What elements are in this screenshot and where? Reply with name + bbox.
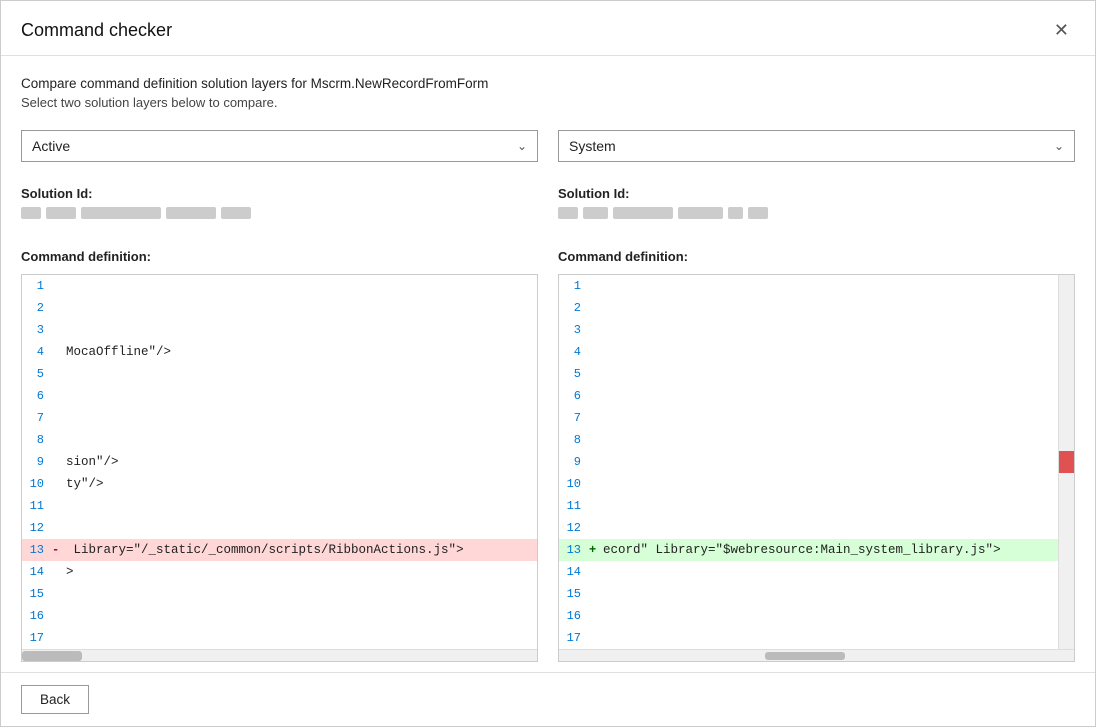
left-line-1: 1 (22, 275, 537, 297)
right-horizontal-scrollbar[interactable] (559, 649, 1074, 661)
right-id-block-6 (748, 207, 768, 219)
left-solution-col: Solution Id: (21, 186, 538, 235)
right-solution-col: Solution Id: (558, 186, 1075, 235)
left-line-14: 14 > (22, 561, 537, 583)
left-id-block-3 (81, 207, 161, 219)
description-text: Compare command definition solution laye… (21, 76, 1075, 91)
dropdowns-row: Active ⌄ System ⌄ (21, 130, 1075, 176)
right-id-block-2 (583, 207, 608, 219)
right-code-area[interactable]: 1 2 3 (559, 275, 1058, 649)
right-layer-dropdown[interactable]: System ⌄ (558, 130, 1075, 162)
left-line-4: 4 MocaOffline"/> (22, 341, 537, 363)
right-id-block-4 (678, 207, 723, 219)
left-solution-id-value (21, 207, 538, 219)
right-id-block-1 (558, 207, 578, 219)
left-line-9: 9 sion"/> (22, 451, 537, 473)
right-line-6: 6 (559, 385, 1058, 407)
right-id-block-3 (613, 207, 673, 219)
left-horizontal-scrollbar[interactable] (22, 649, 537, 661)
left-line-10: 10 ty"/> (22, 473, 537, 495)
right-line-11: 11 (559, 495, 1058, 517)
close-button[interactable]: ✕ (1048, 17, 1075, 43)
left-line-5: 5 (22, 363, 537, 385)
code-panels-row: 1 2 3 4 (21, 274, 1075, 662)
right-line-12: 12 (559, 517, 1058, 539)
right-line-8: 8 (559, 429, 1058, 451)
minimap-bottom (1059, 473, 1074, 649)
right-cmd-label-col: Command definition: (558, 245, 1075, 270)
left-code-panel: 1 2 3 4 (21, 274, 538, 662)
dialog-title: Command checker (21, 20, 172, 41)
left-cmd-label: Command definition: (21, 245, 538, 270)
right-solution-id-label: Solution Id: (558, 186, 1075, 201)
left-id-block-1 (21, 207, 41, 219)
solution-ids-row: Solution Id: Solution Id: (21, 186, 1075, 235)
left-dropdown-col: Active ⌄ (21, 130, 538, 176)
right-line-5: 5 (559, 363, 1058, 385)
left-line-8: 8 (22, 429, 537, 451)
left-dropdown-value: Active (32, 138, 70, 154)
right-line-3: 3 (559, 319, 1058, 341)
left-line-15: 15 (22, 583, 537, 605)
left-cmd-label-col: Command definition: (21, 245, 538, 270)
command-checker-dialog: Command checker ✕ Compare command defini… (0, 0, 1096, 727)
left-layer-dropdown[interactable]: Active ⌄ (21, 130, 538, 162)
right-line-4: 4 (559, 341, 1058, 363)
right-line-13: 13 + ecord" Library="$webresource:Main_s… (559, 539, 1058, 561)
right-line-10: 10 (559, 473, 1058, 495)
left-line-17: 17 (22, 627, 537, 649)
left-scrollbar-thumb (22, 651, 82, 661)
right-line-1: 1 (559, 275, 1058, 297)
right-dropdown-col: System ⌄ (558, 130, 1075, 176)
back-button[interactable]: Back (21, 685, 89, 714)
dialog-footer: Back (1, 672, 1095, 726)
minimap-top (1059, 275, 1074, 451)
dialog-body: Compare command definition solution laye… (1, 56, 1095, 672)
left-solution-id-label: Solution Id: (21, 186, 538, 201)
right-minimap (1058, 275, 1074, 649)
right-cmd-label: Command definition: (558, 245, 1075, 270)
minimap-diff-red (1059, 451, 1074, 473)
left-id-block-5 (221, 207, 251, 219)
left-code-area[interactable]: 1 2 3 4 (22, 275, 537, 649)
left-line-6: 6 (22, 385, 537, 407)
right-code-panel: 1 2 3 (558, 274, 1075, 662)
left-line-16: 16 (22, 605, 537, 627)
right-scrollbar-thumb (765, 652, 845, 660)
left-line-2: 2 (22, 297, 537, 319)
right-id-block-5 (728, 207, 743, 219)
right-solution-id-value (558, 207, 1075, 219)
cmd-labels-row: Command definition: Command definition: (21, 245, 1075, 270)
right-dropdown-value: System (569, 138, 616, 154)
left-line-3: 3 (22, 319, 537, 341)
left-line-12: 12 (22, 517, 537, 539)
right-line-9: 9 (559, 451, 1058, 473)
right-chevron-icon: ⌄ (1054, 139, 1064, 153)
right-line-14: 14 (559, 561, 1058, 583)
sub-description-text: Select two solution layers below to comp… (21, 95, 1075, 110)
right-line-17: 17 (559, 627, 1058, 649)
dialog-header: Command checker ✕ (1, 1, 1095, 56)
left-line-13: 13 - Library="/_static/_common/scripts/R… (22, 539, 537, 561)
right-line-16: 16 (559, 605, 1058, 627)
left-id-block-2 (46, 207, 76, 219)
right-line-15: 15 (559, 583, 1058, 605)
left-id-block-4 (166, 207, 216, 219)
right-code-wrapper: 1 2 3 (559, 275, 1074, 649)
left-line-7: 7 (22, 407, 537, 429)
left-line-11: 11 (22, 495, 537, 517)
left-chevron-icon: ⌄ (517, 139, 527, 153)
right-line-7: 7 (559, 407, 1058, 429)
right-line-2: 2 (559, 297, 1058, 319)
